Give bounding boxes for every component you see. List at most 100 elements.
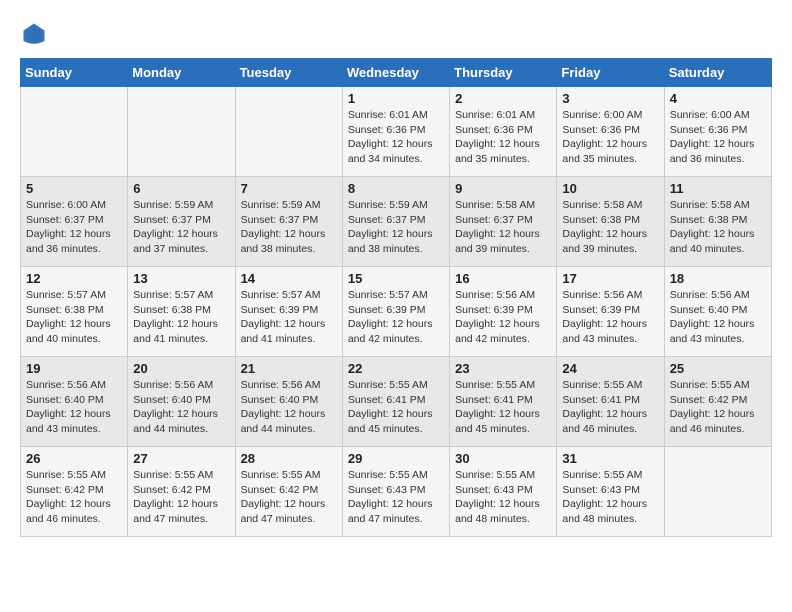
day-number: 4 bbox=[670, 91, 766, 106]
day-info: Sunrise: 5:55 AMSunset: 6:43 PMDaylight:… bbox=[562, 468, 658, 527]
calendar-cell: 19 Sunrise: 5:56 AMSunset: 6:40 PMDayligh… bbox=[21, 357, 128, 447]
header-day: Thursday bbox=[450, 59, 557, 87]
day-info: Sunrise: 5:56 AMSunset: 6:40 PMDaylight:… bbox=[26, 378, 122, 437]
day-number: 12 bbox=[26, 271, 122, 286]
calendar-cell bbox=[21, 87, 128, 177]
calendar-cell: 11 Sunrise: 5:58 AMSunset: 6:38 PMDayligh… bbox=[664, 177, 771, 267]
day-number: 8 bbox=[348, 181, 444, 196]
calendar-table: SundayMondayTuesdayWednesdayThursdayFrid… bbox=[20, 58, 772, 537]
calendar-cell: 3Sunrise: 6:00 AMSunset: 6:36 PMDaylight… bbox=[557, 87, 664, 177]
day-info: Sunrise: 5:55 AMSunset: 6:41 PMDaylight:… bbox=[348, 378, 444, 437]
calendar-cell: 15 Sunrise: 5:57 AMSunset: 6:39 PMDayligh… bbox=[342, 267, 449, 357]
day-info: Sunrise: 5:58 AMSunset: 6:38 PMDaylight:… bbox=[562, 198, 658, 257]
day-info: Sunrise: 5:56 AMSunset: 6:40 PMDaylight:… bbox=[133, 378, 229, 437]
day-number: 6 bbox=[133, 181, 229, 196]
day-number: 11 bbox=[670, 181, 766, 196]
day-number: 31 bbox=[562, 451, 658, 466]
calendar-cell: 23 Sunrise: 5:55 AMSunset: 6:41 PMDayligh… bbox=[450, 357, 557, 447]
day-info: Sunrise: 5:55 AMSunset: 6:41 PMDaylight:… bbox=[562, 378, 658, 437]
calendar-cell: 14Sunrise: 5:57 AMSunset: 6:39 PMDayligh… bbox=[235, 267, 342, 357]
day-info: Sunrise: 5:55 AMSunset: 6:42 PMDaylight:… bbox=[133, 468, 229, 527]
day-number: 27 bbox=[133, 451, 229, 466]
calendar-cell: 20 Sunrise: 5:56 AMSunset: 6:40 PMDayligh… bbox=[128, 357, 235, 447]
calendar-cell: 10 Sunrise: 5:58 AMSunset: 6:38 PMDayligh… bbox=[557, 177, 664, 267]
day-info: Sunrise: 5:55 AMSunset: 6:42 PMDaylight:… bbox=[241, 468, 337, 527]
calendar-cell: 18 Sunrise: 5:56 AMSunset: 6:40 PMDayligh… bbox=[664, 267, 771, 357]
day-number: 28 bbox=[241, 451, 337, 466]
calendar-cell: 2Sunrise: 6:01 AMSunset: 6:36 PMDaylight… bbox=[450, 87, 557, 177]
day-info: Sunrise: 5:59 AMSunset: 6:37 PMDaylight:… bbox=[241, 198, 337, 257]
day-info: Sunrise: 5:55 AMSunset: 6:42 PMDaylight:… bbox=[670, 378, 766, 437]
day-number: 20 bbox=[133, 361, 229, 376]
day-info: Sunrise: 5:55 AMSunset: 6:43 PMDaylight:… bbox=[455, 468, 551, 527]
day-info: Sunrise: 5:55 AMSunset: 6:43 PMDaylight:… bbox=[348, 468, 444, 527]
calendar-cell: 30Sunrise: 5:55 AMSunset: 6:43 PMDayligh… bbox=[450, 447, 557, 537]
day-info: Sunrise: 5:56 AMSunset: 6:40 PMDaylight:… bbox=[670, 288, 766, 347]
calendar-cell: 17 Sunrise: 5:56 AMSunset: 6:39 PMDayligh… bbox=[557, 267, 664, 357]
day-info: Sunrise: 6:00 AMSunset: 6:36 PMDaylight:… bbox=[670, 108, 766, 167]
calendar-cell: 26 Sunrise: 5:55 AMSunset: 6:42 PMDayligh… bbox=[21, 447, 128, 537]
calendar-cell: 13Sunrise: 5:57 AMSunset: 6:38 PMDayligh… bbox=[128, 267, 235, 357]
calendar-cell: 7 Sunrise: 5:59 AMSunset: 6:37 PMDaylight… bbox=[235, 177, 342, 267]
day-info: Sunrise: 5:58 AMSunset: 6:38 PMDaylight:… bbox=[670, 198, 766, 257]
calendar-week-row: 26 Sunrise: 5:55 AMSunset: 6:42 PMDayligh… bbox=[21, 447, 772, 537]
calendar-cell: 9 Sunrise: 5:58 AMSunset: 6:37 PMDaylight… bbox=[450, 177, 557, 267]
calendar-cell: 1 Sunrise: 6:01 AMSunset: 6:36 PMDaylight… bbox=[342, 87, 449, 177]
day-number: 22 bbox=[348, 361, 444, 376]
calendar-week-row: 12 Sunrise: 5:57 AMSunset: 6:38 PMDayligh… bbox=[21, 267, 772, 357]
day-number: 26 bbox=[26, 451, 122, 466]
calendar-week-row: 5 Sunrise: 6:00 AMSunset: 6:37 PMDaylight… bbox=[21, 177, 772, 267]
calendar-cell bbox=[664, 447, 771, 537]
day-info: Sunrise: 5:56 AMSunset: 6:39 PMDaylight:… bbox=[562, 288, 658, 347]
page-header bbox=[20, 20, 772, 48]
calendar-cell: 28 Sunrise: 5:55 AMSunset: 6:42 PMDayligh… bbox=[235, 447, 342, 537]
day-info: Sunrise: 5:57 AMSunset: 6:38 PMDaylight:… bbox=[26, 288, 122, 347]
day-info: Sunrise: 5:56 AMSunset: 6:40 PMDaylight:… bbox=[241, 378, 337, 437]
calendar-cell: 27 Sunrise: 5:55 AMSunset: 6:42 PMDayligh… bbox=[128, 447, 235, 537]
day-number: 14 bbox=[241, 271, 337, 286]
day-info: Sunrise: 6:01 AMSunset: 6:36 PMDaylight:… bbox=[348, 108, 444, 167]
calendar-cell: 25 Sunrise: 5:55 AMSunset: 6:42 PMDayligh… bbox=[664, 357, 771, 447]
calendar-cell: 12 Sunrise: 5:57 AMSunset: 6:38 PMDayligh… bbox=[21, 267, 128, 357]
day-info: Sunrise: 6:00 AMSunset: 6:37 PMDaylight:… bbox=[26, 198, 122, 257]
calendar-cell: 21 Sunrise: 5:56 AMSunset: 6:40 PMDayligh… bbox=[235, 357, 342, 447]
header-day: Sunday bbox=[21, 59, 128, 87]
day-number: 10 bbox=[562, 181, 658, 196]
calendar-cell: 29 Sunrise: 5:55 AMSunset: 6:43 PMDayligh… bbox=[342, 447, 449, 537]
calendar-cell: 16 Sunrise: 5:56 AMSunset: 6:39 PMDayligh… bbox=[450, 267, 557, 357]
day-info: Sunrise: 5:58 AMSunset: 6:37 PMDaylight:… bbox=[455, 198, 551, 257]
day-info: Sunrise: 5:57 AMSunset: 6:39 PMDaylight:… bbox=[348, 288, 444, 347]
day-number: 7 bbox=[241, 181, 337, 196]
day-number: 18 bbox=[670, 271, 766, 286]
calendar-cell: 8Sunrise: 5:59 AMSunset: 6:37 PMDaylight… bbox=[342, 177, 449, 267]
header-day: Wednesday bbox=[342, 59, 449, 87]
day-number: 15 bbox=[348, 271, 444, 286]
calendar-cell: 4 Sunrise: 6:00 AMSunset: 6:36 PMDaylight… bbox=[664, 87, 771, 177]
day-number: 21 bbox=[241, 361, 337, 376]
day-info: Sunrise: 5:59 AMSunset: 6:37 PMDaylight:… bbox=[133, 198, 229, 257]
day-number: 3 bbox=[562, 91, 658, 106]
day-number: 29 bbox=[348, 451, 444, 466]
day-info: Sunrise: 5:57 AMSunset: 6:38 PMDaylight:… bbox=[133, 288, 229, 347]
calendar-cell: 31 Sunrise: 5:55 AMSunset: 6:43 PMDayligh… bbox=[557, 447, 664, 537]
calendar-cell: 22 Sunrise: 5:55 AMSunset: 6:41 PMDayligh… bbox=[342, 357, 449, 447]
logo bbox=[20, 20, 52, 48]
calendar-cell: 6 Sunrise: 5:59 AMSunset: 6:37 PMDaylight… bbox=[128, 177, 235, 267]
day-number: 5 bbox=[26, 181, 122, 196]
calendar-cell: 5 Sunrise: 6:00 AMSunset: 6:37 PMDaylight… bbox=[21, 177, 128, 267]
calendar-cell bbox=[235, 87, 342, 177]
day-number: 1 bbox=[348, 91, 444, 106]
day-info: Sunrise: 5:55 AMSunset: 6:42 PMDaylight:… bbox=[26, 468, 122, 527]
day-number: 23 bbox=[455, 361, 551, 376]
day-info: Sunrise: 5:56 AMSunset: 6:39 PMDaylight:… bbox=[455, 288, 551, 347]
day-number: 25 bbox=[670, 361, 766, 376]
day-number: 19 bbox=[26, 361, 122, 376]
day-number: 17 bbox=[562, 271, 658, 286]
day-info: Sunrise: 5:55 AMSunset: 6:41 PMDaylight:… bbox=[455, 378, 551, 437]
day-number: 16 bbox=[455, 271, 551, 286]
day-info: Sunrise: 6:01 AMSunset: 6:36 PMDaylight:… bbox=[455, 108, 551, 167]
header-row: SundayMondayTuesdayWednesdayThursdayFrid… bbox=[21, 59, 772, 87]
day-number: 9 bbox=[455, 181, 551, 196]
header-day: Friday bbox=[557, 59, 664, 87]
calendar-cell: 24Sunrise: 5:55 AMSunset: 6:41 PMDayligh… bbox=[557, 357, 664, 447]
